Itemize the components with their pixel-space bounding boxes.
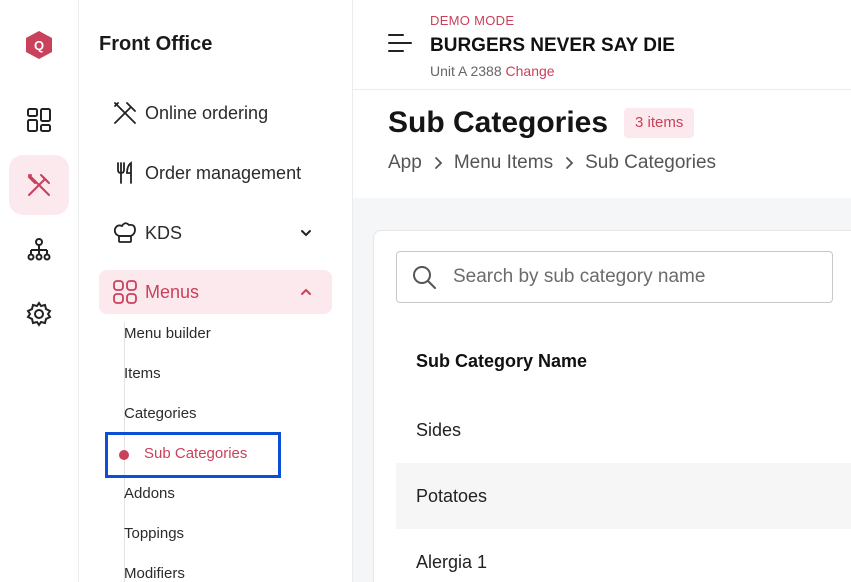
sidebar-item-kds[interactable]: KDS xyxy=(99,211,332,255)
submenu-item-modifiers[interactable]: Modifiers xyxy=(124,563,324,582)
submenu-item-menu-builder[interactable]: Menu builder xyxy=(124,323,324,345)
demo-mode-label: DEMO MODE xyxy=(430,13,515,28)
sidebar-item-label: Menus xyxy=(145,281,200,302)
breadcrumb-menu-items[interactable]: Menu Items xyxy=(454,152,553,174)
sidebar-item-label: Order management xyxy=(145,162,302,183)
chevron-down-icon[interactable] xyxy=(296,223,316,243)
fork-knife-icon xyxy=(111,159,139,187)
chef-hat-icon xyxy=(111,219,139,247)
unit-label: Unit A 2388 xyxy=(430,63,502,79)
breadcrumb-sub-categories: Sub Categories xyxy=(585,152,717,173)
table-card: Sub Category Name Sides Potatoes Alergia… xyxy=(373,230,851,582)
utensils-cross-icon xyxy=(111,99,139,127)
app-logo-icon[interactable]: Q xyxy=(26,31,52,59)
submenu-item-addons[interactable]: Addons xyxy=(124,483,324,505)
table-cell: Potatoes xyxy=(416,485,488,506)
submenu-item-items[interactable]: Items xyxy=(124,363,324,385)
settings-gear-icon[interactable] xyxy=(20,295,58,333)
table-row[interactable]: Sides xyxy=(396,397,851,463)
hamburger-menu-icon[interactable] xyxy=(387,32,413,54)
sidebar-item-order-management[interactable]: Order management xyxy=(99,151,332,195)
chevron-up-icon[interactable] xyxy=(296,282,316,302)
dashboard-icon[interactable] xyxy=(20,101,58,139)
sidebar: Front Office Online ordering Order manag… xyxy=(79,0,353,582)
table-row[interactable]: Alergia 1 xyxy=(396,529,851,582)
submenu-item-categories[interactable]: Categories xyxy=(124,403,324,425)
sidebar-item-menus[interactable]: Menus xyxy=(99,270,332,314)
sidebar-title: Front Office xyxy=(99,33,213,55)
unit-info: Unit A 2388 Change xyxy=(430,63,555,79)
column-header-sub-category-name[interactable]: Sub Category Name xyxy=(416,351,587,372)
table-row[interactable]: Potatoes xyxy=(396,463,851,529)
main-content: Sub Category Name Sides Potatoes Alergia… xyxy=(353,198,851,582)
highlight-box xyxy=(105,432,281,478)
change-unit-link[interactable]: Change xyxy=(506,63,555,79)
breadcrumb: App Menu Items Sub Categories xyxy=(388,152,716,174)
sidebar-item-label: KDS xyxy=(145,222,183,243)
top-header: DEMO MODE BURGERS NEVER SAY DIE Unit A 2… xyxy=(353,0,851,90)
svg-text:Q: Q xyxy=(34,38,44,53)
organization-icon[interactable] xyxy=(20,231,58,269)
search-input[interactable] xyxy=(453,266,813,288)
brand-name: BURGERS NEVER SAY DIE xyxy=(430,35,675,56)
table-cell: Alergia 1 xyxy=(416,551,488,572)
utensils-icon[interactable] xyxy=(9,155,69,215)
search-icon xyxy=(409,262,439,292)
icon-rail: Q xyxy=(0,0,79,582)
submenu-item-toppings[interactable]: Toppings xyxy=(124,523,324,545)
sidebar-item-online-ordering[interactable]: Online ordering xyxy=(99,91,332,135)
search-box[interactable] xyxy=(396,251,833,303)
page-title: Sub Categories xyxy=(388,106,609,139)
chevron-right-icon xyxy=(559,153,579,173)
item-count-badge: 3 items xyxy=(624,108,695,138)
grid-icon xyxy=(111,278,139,306)
table-cell: Sides xyxy=(416,419,462,440)
sidebar-item-label: Online ordering xyxy=(145,102,269,123)
breadcrumb-app[interactable]: App xyxy=(388,152,422,174)
page-header: Sub Categories 3 items App Menu Items Su… xyxy=(353,90,851,198)
chevron-right-icon xyxy=(428,153,448,173)
